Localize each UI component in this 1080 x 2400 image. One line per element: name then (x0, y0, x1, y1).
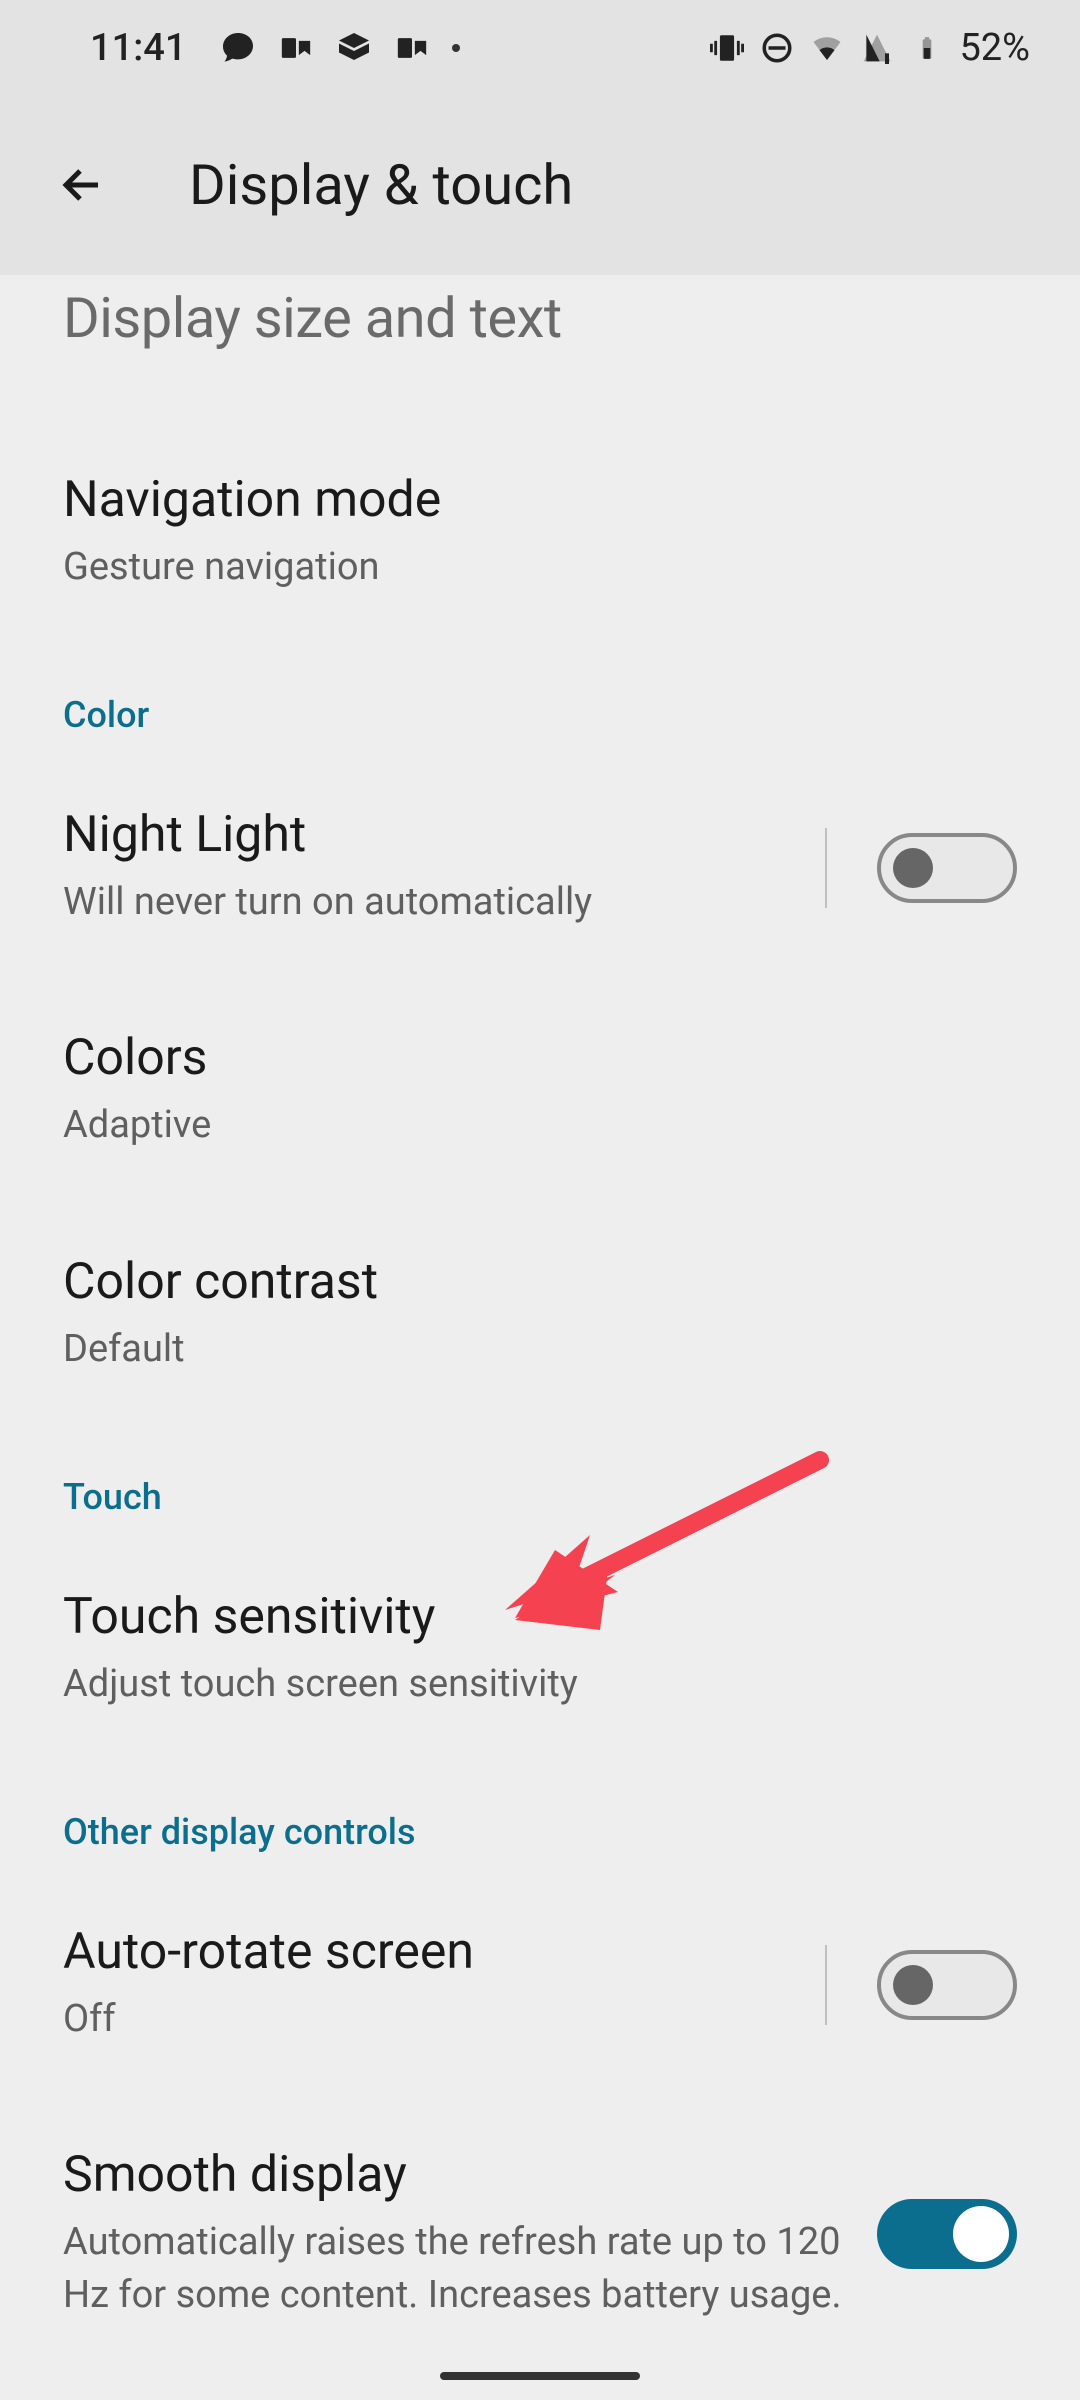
setting-text: Auto-rotate screen Off (63, 1923, 805, 2046)
box-icon (336, 30, 372, 66)
setting-colors[interactable]: Colors Adaptive (63, 979, 1017, 1202)
chat-icon (220, 30, 256, 66)
header: Display & touch (0, 95, 1080, 275)
setting-subtitle: Gesture navigation (63, 541, 1017, 594)
outlook-icon-2 (394, 30, 430, 66)
setting-title: Touch sensitivity (63, 1588, 1017, 1646)
signal-icon (859, 30, 895, 66)
status-bar: 11:41 52% (0, 0, 1080, 95)
night-light-toggle[interactable] (877, 833, 1017, 903)
status-time: 11:41 (90, 26, 186, 70)
content: Display size and text Navigation mode Ge… (0, 285, 1080, 2373)
dnd-icon (759, 30, 795, 66)
status-right: 52% (709, 26, 1030, 70)
divider (825, 828, 827, 908)
setting-subtitle: Will never turn on automatically (63, 876, 805, 929)
smooth-display-toggle[interactable] (877, 2199, 1017, 2269)
section-color: Color (63, 644, 1017, 756)
toggle-knob (893, 1965, 933, 2005)
more-notifications-dot (452, 44, 460, 52)
auto-rotate-toggle[interactable] (877, 1950, 1017, 2020)
setting-title: Smooth display (63, 2146, 857, 2204)
setting-title: Color contrast (63, 1253, 1017, 1311)
section-touch: Touch (63, 1426, 1017, 1538)
setting-night-light[interactable]: Night Light Will never turn on automatic… (63, 756, 1017, 979)
setting-subtitle: Automatically raises the refresh rate up… (63, 2216, 843, 2322)
vibrate-icon (709, 30, 745, 66)
back-button[interactable] (55, 158, 109, 212)
setting-title: Colors (63, 1029, 1017, 1087)
divider (825, 1945, 827, 2025)
setting-smooth-display[interactable]: Smooth display Automatically raises the … (63, 2096, 1017, 2372)
arrow-left-icon (58, 161, 106, 209)
setting-navigation-mode[interactable]: Navigation mode Gesture navigation (63, 421, 1017, 644)
setting-subtitle: Default (63, 1323, 1017, 1376)
battery-percent: 52% (959, 26, 1030, 70)
setting-title: Night Light (63, 806, 805, 864)
setting-auto-rotate[interactable]: Auto-rotate screen Off (63, 1873, 1017, 2096)
battery-icon (909, 30, 945, 66)
setting-touch-sensitivity[interactable]: Touch sensitivity Adjust touch screen se… (63, 1538, 1017, 1761)
setting-subtitle: Off (63, 1993, 805, 2046)
setting-color-contrast[interactable]: Color contrast Default (63, 1203, 1017, 1426)
setting-display-size-partial[interactable]: Display size and text (63, 285, 1017, 351)
toggle-knob (893, 848, 933, 888)
status-left: 11:41 (90, 26, 460, 70)
toggle-knob (953, 2206, 1009, 2262)
wifi-icon (809, 30, 845, 66)
nav-indicator[interactable] (440, 2372, 640, 2380)
setting-subtitle: Adjust touch screen sensitivity (63, 1658, 1017, 1711)
setting-text: Smooth display Automatically raises the … (63, 2146, 857, 2322)
page-title: Display & touch (189, 152, 573, 218)
setting-text: Night Light Will never turn on automatic… (63, 806, 805, 929)
setting-title: Navigation mode (63, 471, 1017, 529)
setting-subtitle: Adaptive (63, 1099, 1017, 1152)
setting-title: Auto-rotate screen (63, 1923, 805, 1981)
outlook-icon (278, 30, 314, 66)
section-other: Other display controls (63, 1761, 1017, 1873)
